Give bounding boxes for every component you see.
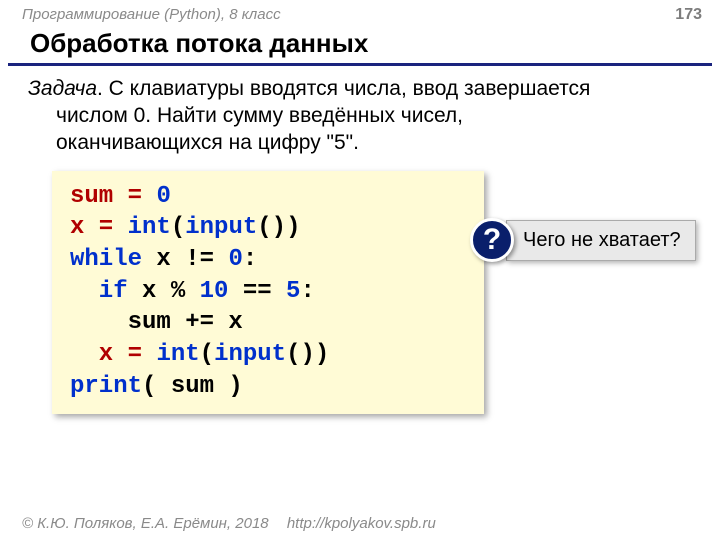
code-line-7: print( sum ) xyxy=(70,371,466,403)
code-line-1: sum = 0 xyxy=(70,181,466,213)
course-label: Программирование (Python), 8 класс xyxy=(22,6,281,23)
task-line1: . С клавиатуры вводятся числа, ввод заве… xyxy=(97,77,590,100)
footer-url: http://kpolyakov.spb.ru xyxy=(287,515,436,532)
callout-text: Чего не хватает? xyxy=(506,220,696,261)
code-line-3: while x != 0: xyxy=(70,244,466,276)
code-line-4: if x % 10 == 5: xyxy=(70,276,466,308)
question-icon: ? xyxy=(470,218,514,262)
task-line3: оканчивающихся на цифру "5". xyxy=(28,130,698,157)
task-text: Задача. С клавиатуры вводятся числа, вво… xyxy=(0,72,720,167)
page-title: Обработка потока данных xyxy=(8,26,712,66)
slide-header: Программирование (Python), 8 класс 173 xyxy=(0,0,720,26)
code-line-6: x = int(input()) xyxy=(70,339,466,371)
task-label: Задача xyxy=(28,77,97,100)
slide-footer: © К.Ю. Поляков, Е.А. Ерёмин, 2018 http:/… xyxy=(22,515,436,532)
page-number: 173 xyxy=(675,6,702,24)
task-line2: числом 0. Найти сумму введённых чисел, xyxy=(28,103,698,130)
callout: ? Чего не хватает? xyxy=(470,218,696,262)
copyright: © К.Ю. Поляков, Е.А. Ерёмин, 2018 xyxy=(22,515,269,532)
code-line-2: x = int(input()) xyxy=(70,212,466,244)
code-line-5: sum += x xyxy=(70,307,466,339)
code-block: sum = 0 x = int(input()) while x != 0: i… xyxy=(52,171,484,415)
